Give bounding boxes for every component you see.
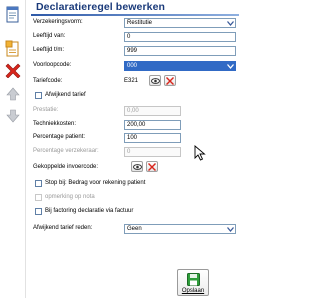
voorloopcode-select[interactable]: 000: [124, 61, 236, 71]
invoercode-clear-button[interactable]: [146, 161, 158, 172]
page-title: Declaratieregel bewerken: [36, 1, 166, 13]
move-up-button[interactable]: [3, 84, 23, 104]
stop-bij-checkbox[interactable]: [35, 180, 42, 187]
prestatie-label: Prestatie:: [33, 107, 59, 113]
arrow-up-icon: [6, 87, 20, 101]
opmerking-label: opmerking op nota: [45, 194, 95, 200]
sidebar-toolbar: [0, 0, 26, 298]
tariefcode-value: E321: [124, 78, 139, 84]
new-document-icon: [5, 40, 19, 56]
move-down-button[interactable]: [3, 106, 23, 126]
document-icon: [6, 6, 19, 22]
afwijkend-tarief-reden-select[interactable]: Geen: [124, 224, 236, 234]
save-label: Opslaan: [181, 288, 205, 294]
afwijkend-tarief-reden-value: Geen: [127, 226, 142, 232]
red-x-icon: [166, 76, 174, 85]
document-button[interactable]: [3, 4, 23, 24]
verzekeringsvorm-value: Restitutie: [127, 20, 153, 26]
leeftijd-van-label: Leeftijd van:: [33, 33, 66, 39]
afwijkend-tarief-checkbox[interactable]: [35, 92, 42, 99]
eye-icon: [132, 163, 142, 170]
tariefcode-clear-button[interactable]: [164, 75, 176, 86]
bij-factoring-checkbox[interactable]: [35, 208, 42, 215]
red-x-icon: [148, 162, 156, 171]
afwijkend-tarief-label: Afwijkend tarief: [45, 92, 86, 98]
chevron-down-icon: [226, 19, 235, 27]
percentage-patient-input[interactable]: 100: [124, 133, 181, 143]
techniekkosten-label: Techniekkosten:: [33, 121, 77, 127]
chevron-down-icon: [226, 225, 235, 233]
afwijkend-tarief-reden-label: Afwijkend tarief reden:: [33, 225, 93, 231]
save-button[interactable]: Opslaan: [177, 269, 209, 296]
tariefcode-label: Tariefcode:: [33, 78, 63, 84]
bij-factoring-label: Bij factoring declaratie via factuur: [45, 208, 134, 214]
edit-panel: Declaratieregel bewerken Verzekeringsvor…: [27, 0, 240, 298]
header: Declaratieregel bewerken: [31, 0, 239, 13]
arrow-down-icon: [6, 109, 20, 123]
mouse-pointer-icon: [194, 145, 206, 161]
invoercode-search-button[interactable]: [131, 161, 143, 172]
stop-bij-label: Stop bij: Bedrag voor rekening patient: [45, 180, 146, 186]
percentage-verzekeraar-label: Percentage verzekeraar:: [33, 148, 99, 154]
leeftijd-van-input[interactable]: 0: [124, 32, 236, 42]
delete-button[interactable]: [3, 60, 23, 80]
verzekeringsvorm-select[interactable]: Restitutie: [124, 18, 236, 28]
chevron-down-icon: [226, 62, 235, 70]
percentage-patient-label: Percentage patient:: [33, 134, 86, 140]
new-button[interactable]: [3, 38, 23, 58]
gekoppelde-invoercode-label: Gekoppelde invoercode:: [33, 164, 99, 170]
leeftijd-tm-label: Leeftijd t/m:: [33, 47, 65, 53]
percentage-verzekeraar-input[interactable]: 0: [124, 147, 181, 157]
techniekkosten-input[interactable]: 200,00: [124, 120, 181, 130]
voorloopcode-label: Voorloopcode:: [33, 62, 72, 68]
leeftijd-tm-input[interactable]: 999: [124, 46, 236, 56]
header-divider: [31, 14, 239, 16]
tariefcode-search-button[interactable]: [149, 75, 161, 86]
opmerking-checkbox[interactable]: [35, 194, 42, 201]
floppy-disk-icon: [187, 273, 200, 286]
delete-x-icon: [5, 63, 21, 78]
prestatie-input[interactable]: 0,00: [124, 106, 181, 116]
voorloopcode-value: 000: [127, 63, 138, 69]
eye-icon: [150, 77, 160, 84]
verzekeringsvorm-label: Verzekeringsvorm:: [33, 19, 83, 25]
